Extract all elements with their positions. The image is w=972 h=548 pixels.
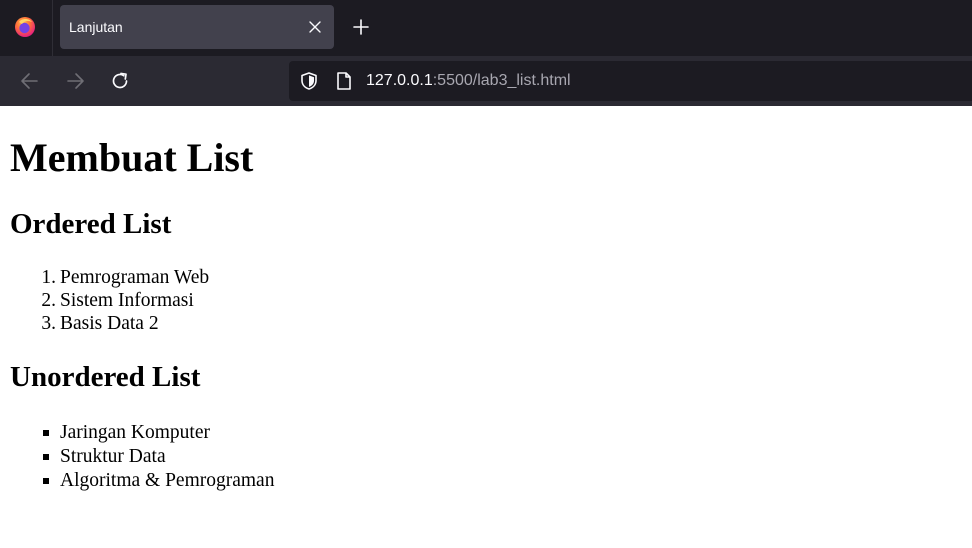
list-item-text: Struktur Data — [60, 446, 166, 467]
reload-icon[interactable] — [109, 70, 131, 92]
page-title: Membuat List — [10, 135, 254, 180]
ordered-list-heading: Ordered List — [10, 208, 172, 240]
navigation-toolbar: 127.0.0.1:5500/lab3_list.html — [0, 56, 972, 106]
tab-active[interactable]: Lanjutan — [60, 5, 334, 49]
square-bullet-icon — [43, 454, 49, 460]
unordered-list-heading: Unordered List — [10, 361, 201, 393]
list-number: 2. — [41, 290, 56, 311]
tab-separator — [52, 0, 53, 56]
square-bullet-icon — [43, 478, 49, 484]
list-item-text: Sistem Informasi — [60, 290, 194, 311]
list-item-text: Algoritma & Pemrograman — [60, 470, 275, 491]
square-bullet-icon — [43, 430, 49, 436]
address-bar[interactable]: 127.0.0.1:5500/lab3_list.html — [289, 61, 972, 101]
url-text[interactable]: 127.0.0.1:5500/lab3_list.html — [366, 72, 571, 90]
plus-icon[interactable] — [352, 18, 370, 36]
list-number: 1. — [41, 267, 56, 288]
list-item-text: Pemrograman Web — [60, 267, 210, 288]
browser-chrome: Lanjutan 127.0.0.1:5500/lab3_list.html — [0, 0, 972, 106]
list-number: 3. — [41, 313, 56, 334]
shield-icon[interactable] — [299, 71, 319, 91]
firefox-icon[interactable] — [14, 16, 36, 38]
tab-bar: Lanjutan — [0, 0, 972, 56]
tab-title: Lanjutan — [69, 19, 123, 35]
page-content: Membuat List Ordered List 1. Pemrograman… — [0, 106, 972, 548]
url-host: 127.0.0.1 — [366, 72, 433, 89]
back-arrow-icon[interactable] — [19, 70, 41, 92]
list-item-text: Jaringan Komputer — [60, 422, 211, 443]
list-item-text: Basis Data 2 — [60, 313, 159, 334]
page-icon[interactable] — [335, 71, 353, 91]
close-icon[interactable] — [308, 20, 322, 34]
forward-arrow-icon[interactable] — [64, 70, 86, 92]
url-path: :5500/lab3_list.html — [432, 72, 571, 89]
